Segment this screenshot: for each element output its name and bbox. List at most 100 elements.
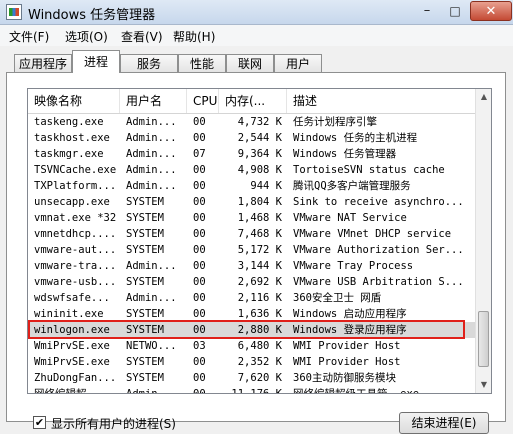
process-image-name: taskmgr.exe <box>34 148 104 160</box>
process-user-name: Admin... <box>126 292 177 304</box>
process-memory: 3,144 K <box>237 260 282 272</box>
column-header-cpu[interactable]: CPU <box>187 89 219 113</box>
process-cpu: 00 <box>193 228 206 240</box>
process-memory: 2,352 K <box>237 356 282 368</box>
process-user-name: Admin... <box>126 388 177 394</box>
minimize-button[interactable]: – <box>414 2 440 20</box>
tab-processes[interactable]: 进程 <box>72 50 120 73</box>
process-memory: 1,636 K <box>237 308 282 320</box>
tab-performance[interactable]: 性能 <box>178 54 226 72</box>
column-header-user-name[interactable]: 用户名 <box>120 89 187 113</box>
process-description: VMware Tray Process <box>293 260 414 272</box>
process-memory: 2,692 K <box>237 276 282 288</box>
process-image-name: taskhost.exe <box>34 132 110 144</box>
process-description: VMware VMnet DHCP service <box>293 228 452 240</box>
process-row[interactable]: vmware-usb... SYSTEM 00 2,692 K VMware USB A… <box>28 274 475 290</box>
task-manager-app-icon <box>6 4 22 20</box>
column-header-memory[interactable]: 内存(... <box>219 89 287 113</box>
process-row[interactable]: unsecapp.exe SYSTEM 00 1,804 K Sink to recei… <box>28 194 475 210</box>
tab-strip: 应用程序 进程 服务 性能 联网 用户 <box>0 50 513 73</box>
process-cpu: 00 <box>193 132 206 144</box>
process-row[interactable]: wininit.exe SYSTEM 00 1,636 K Windows 启动应用程序 <box>28 306 475 322</box>
selected-process-row[interactable]: winlogon.exe SYSTEM 00 2,880 K Windows 登录应用程… <box>28 320 475 339</box>
process-memory: 7,620 K <box>237 372 282 384</box>
process-description: TortoiseSVN status cache <box>293 164 445 176</box>
vertical-scrollbar[interactable]: ▲ ▼ <box>475 89 491 393</box>
process-description: 360安全卫士 网盾 <box>293 292 382 304</box>
process-memory: 2,544 K <box>237 132 282 144</box>
process-description: VMware Authorization Ser... <box>293 244 464 256</box>
process-image-name: WmiPrvSE.exe <box>34 340 110 352</box>
process-row[interactable]: 网络编辑超... Admin... 00 11,176 K 网络编辑超级工具箱. exe <box>28 386 475 394</box>
process-row[interactable]: taskmgr.exe Admin... 07 9,364 K Windows 任务管理… <box>28 146 475 162</box>
process-row[interactable]: TSVNCache.exe Admin... 00 4,908 K TortoiseSV… <box>28 162 475 178</box>
process-cpu: 00 <box>193 260 206 272</box>
process-row[interactable]: vmware-tra... Admin... 00 3,144 K VMware Tra… <box>28 258 475 274</box>
process-cpu: 00 <box>193 324 206 336</box>
process-row[interactable]: ZhuDongFan... SYSTEM 00 7,620 K 360主动防御服务模块 <box>28 370 475 386</box>
process-memory: 2,880 K <box>237 324 282 336</box>
process-user-name: SYSTEM <box>126 228 164 240</box>
process-user-name: SYSTEM <box>126 372 164 384</box>
process-row[interactable]: wdswfsafe... Admin... 00 2,116 K 360安全卫士 网盾 <box>28 290 475 306</box>
menu-help[interactable]: 帮助(H) <box>173 28 215 45</box>
process-image-name: wininit.exe <box>34 308 104 320</box>
menu-file[interactable]: 文件(F) <box>9 28 49 45</box>
tab-applications[interactable]: 应用程序 <box>14 54 72 72</box>
process-user-name: Admin... <box>126 116 177 128</box>
menu-view[interactable]: 查看(V) <box>121 28 163 45</box>
scroll-down-arrow-icon[interactable]: ▼ <box>476 377 491 393</box>
process-description: 网络编辑超级工具箱. exe <box>293 388 420 394</box>
show-all-users-label: 显示所有用户的进程(S) <box>51 417 176 431</box>
process-cpu: 00 <box>193 276 206 288</box>
process-row[interactable]: vmnat.exe *32 SYSTEM 00 1,468 K VMware NAT S… <box>28 210 475 226</box>
column-header-image-name[interactable]: 映像名称 <box>28 89 120 113</box>
maximize-button[interactable]: □ <box>442 2 468 20</box>
process-row[interactable]: taskhost.exe Admin... 00 2,544 K Windows 任务的… <box>28 130 475 146</box>
tab-users[interactable]: 用户 <box>274 54 322 72</box>
process-row[interactable]: vmware-aut... SYSTEM 00 5,172 K VMware Autho… <box>28 242 475 258</box>
process-user-name: Admin... <box>126 132 177 144</box>
process-description: VMware USB Arbitration S... <box>293 276 464 288</box>
process-description: 任务计划程序引擎 <box>293 116 377 128</box>
process-cpu: 00 <box>193 164 206 176</box>
process-row[interactable]: taskeng.exe Admin... 00 4,732 K 任务计划程序引擎 <box>28 114 475 130</box>
process-description: Windows 任务管理器 <box>293 148 397 160</box>
process-cpu: 00 <box>193 180 206 192</box>
process-image-name: taskeng.exe <box>34 116 104 128</box>
process-row[interactable]: TXPlatform... Admin... 00 944 K 腾讯QQ多客户端管理服务 <box>28 178 475 194</box>
end-process-button[interactable]: 结束进程(E) <box>399 412 489 434</box>
tab-networking[interactable]: 联网 <box>226 54 274 72</box>
process-user-name: SYSTEM <box>126 276 164 288</box>
process-user-name: Admin... <box>126 148 177 160</box>
process-row[interactable]: WmiPrvSE.exe SYSTEM 00 2,352 K WMI Provider … <box>28 354 475 370</box>
column-header-description[interactable]: 描述 <box>287 89 475 113</box>
scroll-up-arrow-icon[interactable]: ▲ <box>476 89 491 105</box>
column-header-row: 映像名称 用户名 CPU 内存(... 描述 <box>28 89 475 114</box>
process-memory: 1,804 K <box>237 196 282 208</box>
process-image-name: WmiPrvSE.exe <box>34 356 110 368</box>
process-row[interactable]: WmiPrvSE.exe NETWO... 03 6,480 K WMI Provide… <box>28 338 475 354</box>
process-image-name: unsecapp.exe <box>34 196 110 208</box>
show-all-users-checkbox[interactable]: ✔ <box>33 416 46 429</box>
process-memory: 11,176 K <box>231 388 282 394</box>
process-memory: 4,732 K <box>237 116 282 128</box>
process-image-name: vmnat.exe *32 <box>34 212 117 224</box>
process-memory: 6,480 K <box>237 340 282 352</box>
process-user-name: SYSTEM <box>126 212 164 224</box>
process-row[interactable]: vmnetdhcp.... SYSTEM 00 7,468 K VMware VMnet… <box>28 226 475 242</box>
title-bar[interactable]: Windows 任务管理器 – □ ✕ <box>0 0 513 25</box>
menu-options[interactable]: 选项(O) <box>65 28 108 45</box>
process-cpu: 00 <box>193 212 206 224</box>
scrollbar-thumb[interactable] <box>478 311 489 367</box>
process-user-name: SYSTEM <box>126 244 164 256</box>
process-cpu: 00 <box>193 356 206 368</box>
menu-bar: 文件(F) 选项(O) 查看(V) 帮助(H) <box>0 25 513 46</box>
close-button[interactable]: ✕ <box>470 1 512 21</box>
process-description: Sink to receive asynchro... <box>293 196 464 208</box>
process-image-name: TXPlatform... <box>34 180 117 192</box>
process-list[interactable]: 映像名称 用户名 CPU 内存(... 描述 taskeng.exe Admin.… <box>27 88 492 394</box>
process-image-name: winlogon.exe <box>34 324 110 336</box>
tab-services[interactable]: 服务 <box>120 54 178 72</box>
window-title: Windows 任务管理器 <box>28 8 156 23</box>
